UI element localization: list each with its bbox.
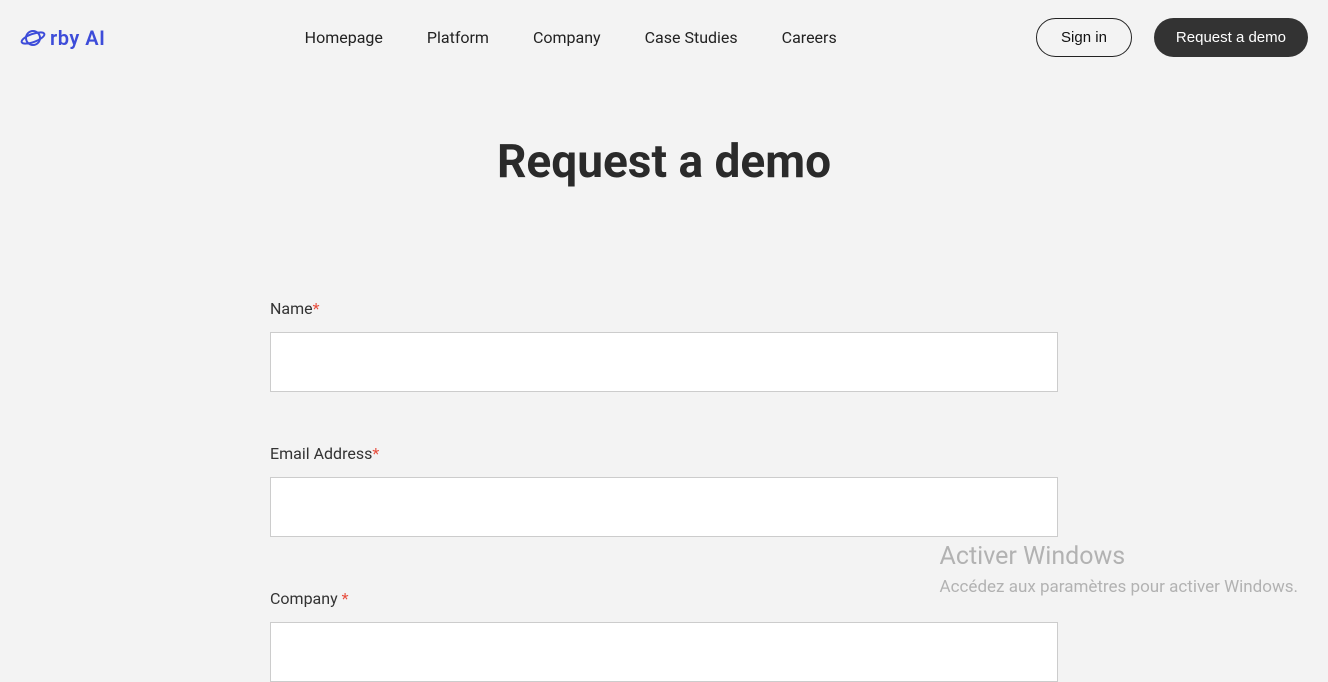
company-label: Company *	[270, 589, 1058, 608]
page-title: Request a demo	[0, 135, 1328, 189]
email-input[interactable]	[270, 477, 1058, 537]
required-indicator: *	[342, 589, 349, 608]
logo-text: rby AI	[50, 26, 105, 50]
nav-company[interactable]: Company	[533, 28, 601, 47]
company-label-text: Company	[270, 589, 342, 608]
required-indicator: *	[313, 299, 320, 318]
nav-homepage[interactable]: Homepage	[305, 28, 383, 47]
nav-careers[interactable]: Careers	[782, 28, 837, 47]
name-input[interactable]	[270, 332, 1058, 392]
required-indicator: *	[372, 444, 379, 463]
form-field-company: Company *	[270, 589, 1058, 682]
logo[interactable]: rby AI	[20, 26, 105, 50]
name-label: Name*	[270, 299, 1058, 318]
nav-platform[interactable]: Platform	[427, 28, 489, 47]
header-actions: Sign in Request a demo	[1036, 18, 1308, 57]
email-label-text: Email Address	[270, 444, 372, 463]
signin-button[interactable]: Sign in	[1036, 18, 1132, 57]
nav: Homepage Platform Company Case Studies C…	[305, 28, 837, 47]
name-label-text: Name	[270, 299, 313, 318]
form-field-name: Name*	[270, 299, 1058, 392]
header: rby AI Homepage Platform Company Case St…	[0, 0, 1328, 75]
nav-case-studies[interactable]: Case Studies	[645, 28, 738, 47]
company-input[interactable]	[270, 622, 1058, 682]
email-label: Email Address*	[270, 444, 1058, 463]
main-content: Request a demo Name* Email Address* Comp…	[0, 75, 1328, 682]
form-field-email: Email Address*	[270, 444, 1058, 537]
planet-icon	[20, 28, 46, 48]
request-demo-button[interactable]: Request a demo	[1154, 18, 1308, 57]
demo-form: Name* Email Address* Company *	[270, 299, 1058, 682]
